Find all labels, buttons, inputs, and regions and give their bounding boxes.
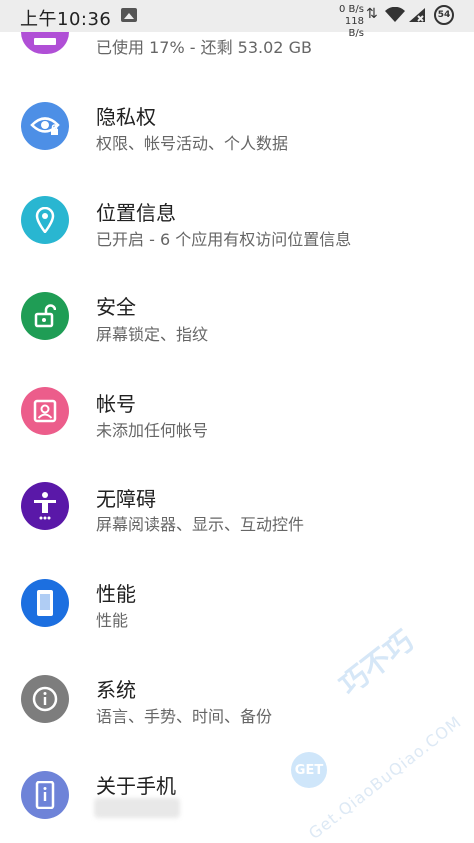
performance-title: 性能 bbox=[96, 582, 136, 606]
about-phone-subtitle-redacted bbox=[94, 798, 180, 818]
privacy-eye-icon bbox=[21, 102, 69, 150]
phone-performance-icon bbox=[21, 579, 69, 627]
system-title: 系统 bbox=[96, 678, 136, 702]
privacy-title: 隐私权 bbox=[96, 105, 156, 129]
about-phone-title: 关于手机 bbox=[96, 774, 176, 798]
account-icon bbox=[21, 387, 69, 435]
security-subtitle: 屏幕锁定、指纹 bbox=[96, 325, 209, 344]
settings-item-security[interactable]: 安全 屏幕锁定、指纹 bbox=[0, 269, 474, 364]
unlock-icon bbox=[21, 292, 69, 340]
performance-subtitle: 性能 bbox=[96, 611, 129, 630]
storage-subtitle: 已使用 17% - 还剩 53.02 GB bbox=[96, 38, 312, 57]
accessibility-title: 无障碍 bbox=[96, 487, 156, 511]
location-subtitle: 已开启 - 6 个应用有权访问位置信息 bbox=[96, 230, 352, 249]
watermark-logo: GET bbox=[291, 752, 327, 788]
storage-icon bbox=[21, 32, 69, 54]
settings-item-accessibility[interactable]: 无障碍 屏幕阅读器、显示、互动控件 bbox=[0, 459, 474, 554]
about-phone-icon bbox=[21, 771, 69, 819]
settings-item-privacy[interactable]: 隐私权 权限、帐号活动、个人数据 bbox=[0, 79, 474, 174]
accessibility-icon bbox=[21, 482, 69, 530]
system-subtitle: 语言、手势、时间、备份 bbox=[96, 707, 273, 726]
security-title: 安全 bbox=[96, 295, 136, 319]
location-pin-icon bbox=[21, 196, 69, 244]
privacy-subtitle: 权限、帐号活动、个人数据 bbox=[96, 134, 289, 153]
accounts-subtitle: 未添加任何帐号 bbox=[96, 421, 209, 440]
settings-item-accounts[interactable]: 帐号 未添加任何帐号 bbox=[0, 364, 474, 459]
location-title: 位置信息 bbox=[96, 201, 176, 225]
accounts-title: 帐号 bbox=[96, 392, 136, 416]
settings-item-location[interactable]: 位置信息 已开启 - 6 个应用有权访问位置信息 bbox=[0, 174, 474, 269]
accessibility-subtitle: 屏幕阅读器、显示、互动控件 bbox=[96, 515, 305, 534]
info-icon bbox=[21, 675, 69, 723]
